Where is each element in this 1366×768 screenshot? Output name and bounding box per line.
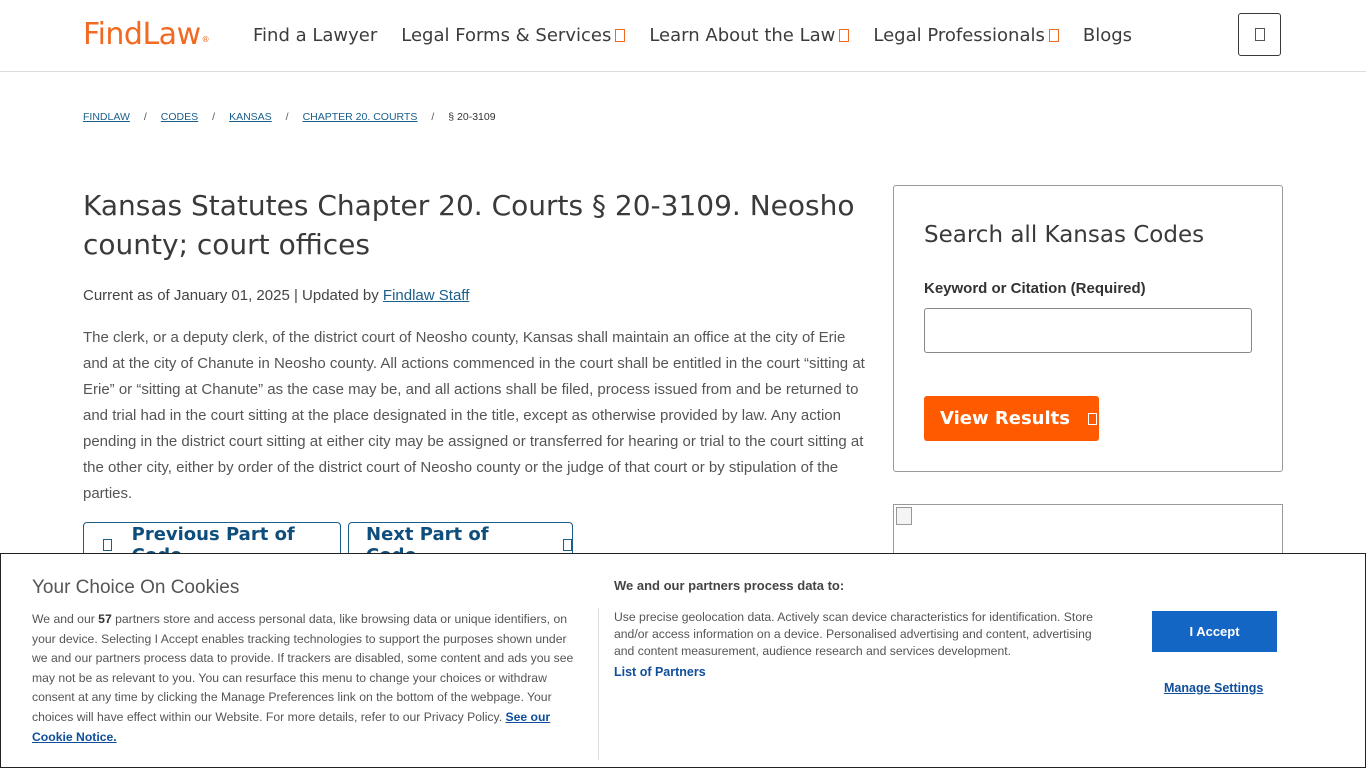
cookie-text-start: We and our (32, 612, 99, 626)
nav-label: Blogs (1082, 25, 1133, 46)
code-search-panel: Search all Kansas Codes Keyword or Citat… (893, 185, 1283, 472)
breadcrumb-codes[interactable]: CODES (161, 111, 198, 123)
search-label: Keyword or Citation (Required) (924, 280, 1146, 297)
breadcrumb-findlaw[interactable]: FINDLAW (83, 111, 130, 123)
article-meta: Current as of January 01, 2025 | Updated… (83, 287, 469, 304)
list-of-partners-link[interactable]: List of Partners (614, 665, 706, 679)
chevron-down-icon (839, 29, 850, 42)
nav-blogs[interactable]: Blogs (1083, 25, 1132, 46)
nav-label: Learn About the Law (649, 25, 836, 46)
breadcrumb-separator: / (431, 111, 435, 123)
keyword-citation-input[interactable] (924, 308, 1252, 353)
cookie-text: We and our 57 partners store and access … (32, 610, 584, 747)
menu-button[interactable] (1238, 13, 1281, 56)
cookie-title: Your Choice On Cookies (32, 577, 240, 598)
author-link[interactable]: Findlaw Staff (383, 287, 469, 304)
view-results-label: View Results (940, 408, 1070, 429)
nav-learn-about-the-law[interactable]: Learn About the Law (649, 25, 850, 46)
logo-trademark: ® (201, 35, 210, 44)
nav-legal-forms-services[interactable]: Legal Forms & Services (401, 25, 626, 46)
menu-icon (1254, 28, 1265, 41)
page-title: Kansas Statutes Chapter 20. Courts § 20-… (83, 189, 855, 261)
cookie-text-rest: partners store and access personal data,… (32, 612, 574, 724)
findlaw-logo[interactable]: FindLaw® (83, 17, 210, 52)
partner-count: 57 (98, 612, 112, 626)
nav-label: Find a Lawyer (253, 25, 378, 46)
partners-title: We and our partners process data to: (614, 578, 845, 593)
nav-label: Legal Forms & Services (401, 25, 612, 46)
breadcrumb-separator: / (285, 111, 289, 123)
manage-settings-link[interactable]: Manage Settings (1164, 681, 1263, 695)
meta-date: Current as of January 01, 2025 | Updated… (83, 287, 383, 304)
nav-label: Legal Professionals (873, 25, 1045, 46)
statute-text: The clerk, or a deputy clerk, of the dis… (83, 329, 865, 502)
logo-text: FindLaw (83, 17, 201, 52)
view-results-button[interactable]: View Results (924, 396, 1099, 441)
chevron-left-icon (103, 539, 112, 551)
search-title: Search all Kansas Codes (924, 222, 1205, 248)
cookie-divider (598, 608, 599, 760)
nav-find-a-lawyer[interactable]: Find a Lawyer (253, 25, 377, 46)
cookie-banner: Your Choice On Cookies We and our 57 par… (0, 553, 1366, 768)
accept-cookies-button[interactable]: I Accept (1152, 611, 1277, 652)
breadcrumb-kansas[interactable]: KANSAS (229, 111, 272, 123)
chevron-right-icon (563, 539, 572, 551)
nav-legal-professionals[interactable]: Legal Professionals (873, 25, 1059, 46)
chevron-down-icon (615, 29, 626, 42)
breadcrumb-separator: / (212, 111, 216, 123)
breadcrumb-current: § 20-3109 (448, 111, 496, 123)
breadcrumb-chapter[interactable]: CHAPTER 20. COURTS (303, 111, 418, 123)
partners-purposes: Use precise geolocation data. Actively s… (614, 610, 1093, 658)
chevron-down-icon (1048, 29, 1059, 42)
main-nav: Find a Lawyer Legal Forms & Services Lea… (253, 25, 1156, 46)
site-header: FindLaw® Find a Lawyer Legal Forms & Ser… (0, 0, 1366, 72)
breadcrumb-separator: / (143, 111, 147, 123)
broken-image-icon (896, 507, 912, 525)
chevron-right-icon (1087, 412, 1097, 425)
breadcrumb: FINDLAW / CODES / KANSAS / CHAPTER 20. C… (83, 111, 496, 123)
